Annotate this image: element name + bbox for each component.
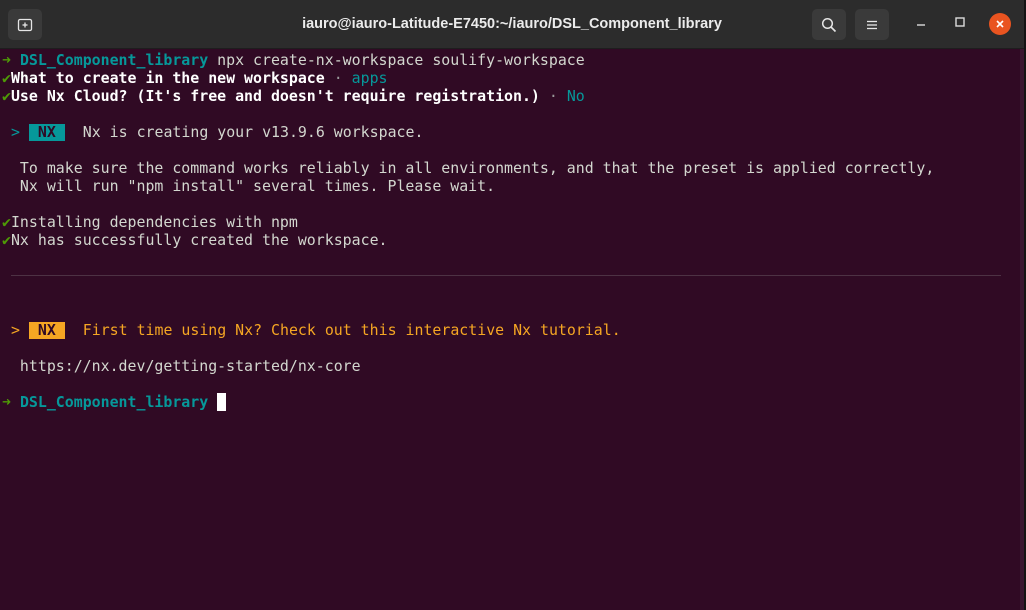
new-tab-icon — [17, 17, 33, 33]
close-button[interactable] — [988, 12, 1012, 36]
status-text: Nx has successfully created the workspac… — [10, 231, 388, 249]
question-text: Use Nx Cloud? (It's free and doesn't req… — [10, 87, 540, 105]
close-icon — [989, 13, 1011, 35]
output-line-tutorial: > NX First time using Nx? Check out this… — [2, 321, 621, 339]
separator: · — [539, 87, 567, 105]
maximize-icon — [954, 15, 966, 33]
output-line-installing: ✔Installing dependencies with npm — [2, 213, 298, 231]
prompt-caret: > — [2, 123, 29, 141]
menu-button[interactable] — [855, 9, 889, 40]
search-button[interactable] — [812, 9, 846, 40]
output-line-info-1: To make sure the command works reliably … — [2, 159, 935, 177]
checkmark-icon: ✔ — [2, 213, 11, 231]
terminal-output[interactable]: ➜ DSL_Component_library npx create-nx-wo… — [0, 49, 1024, 610]
checkmark-icon: ✔ — [2, 87, 11, 105]
output-line-info-2: Nx will run "npm install" several times.… — [2, 177, 496, 195]
nx-badge: NX — [28, 322, 65, 339]
divider-line — [11, 275, 1001, 276]
new-tab-button[interactable] — [8, 9, 42, 40]
prompt-directory: DSL_Component_library — [19, 393, 209, 411]
command-text: npx create-nx-workspace soulify-workspac… — [208, 51, 585, 69]
question-text: What to create in the new workspace — [10, 69, 325, 87]
answer-text: No — [566, 87, 585, 105]
output-line-workspace-type: ✔What to create in the new workspace · a… — [2, 69, 388, 87]
separator: · — [324, 69, 352, 87]
terminal-window: iauro@iauro-Latitude-E7450:~/iauro/DSL_C… — [0, 0, 1026, 610]
prompt-directory: DSL_Component_library — [19, 51, 209, 69]
prompt-arrow: ➜ — [2, 51, 11, 69]
answer-text: apps — [351, 69, 388, 87]
search-icon — [821, 17, 837, 33]
command-line: ➜ DSL_Component_library npx create-nx-wo… — [2, 51, 585, 69]
output-line-nx-creating: > NX Nx is creating your v13.9.6 workspa… — [2, 123, 423, 141]
tutorial-text: First time using Nx? Check out this inte… — [64, 321, 621, 339]
current-prompt: ➜ DSL_Component_library — [2, 393, 227, 411]
nx-badge: NX — [28, 124, 65, 141]
minimize-icon — [915, 15, 927, 33]
window-title: iauro@iauro-Latitude-E7450:~/iauro/DSL_C… — [302, 16, 722, 32]
prompt-caret: > — [2, 321, 29, 339]
status-text: Installing dependencies with npm — [10, 213, 298, 231]
checkmark-icon: ✔ — [2, 69, 11, 87]
maximize-button[interactable] — [948, 12, 972, 36]
hamburger-menu-icon — [865, 19, 879, 31]
checkmark-icon: ✔ — [2, 231, 11, 249]
minimize-button[interactable] — [909, 12, 933, 36]
prompt-arrow: ➜ — [2, 393, 11, 411]
output-line-success: ✔Nx has successfully created the workspa… — [2, 231, 388, 249]
output-line-nx-cloud: ✔Use Nx Cloud? (It's free and doesn't re… — [2, 87, 585, 105]
text-cursor[interactable] — [217, 393, 227, 411]
title-bar: iauro@iauro-Latitude-E7450:~/iauro/DSL_C… — [0, 0, 1024, 49]
scrollbar[interactable] — [1020, 49, 1024, 610]
status-text: Nx is creating your v13.9.6 workspace. — [64, 123, 424, 141]
tutorial-link[interactable]: https://nx.dev/getting-started/nx-core — [2, 357, 361, 375]
